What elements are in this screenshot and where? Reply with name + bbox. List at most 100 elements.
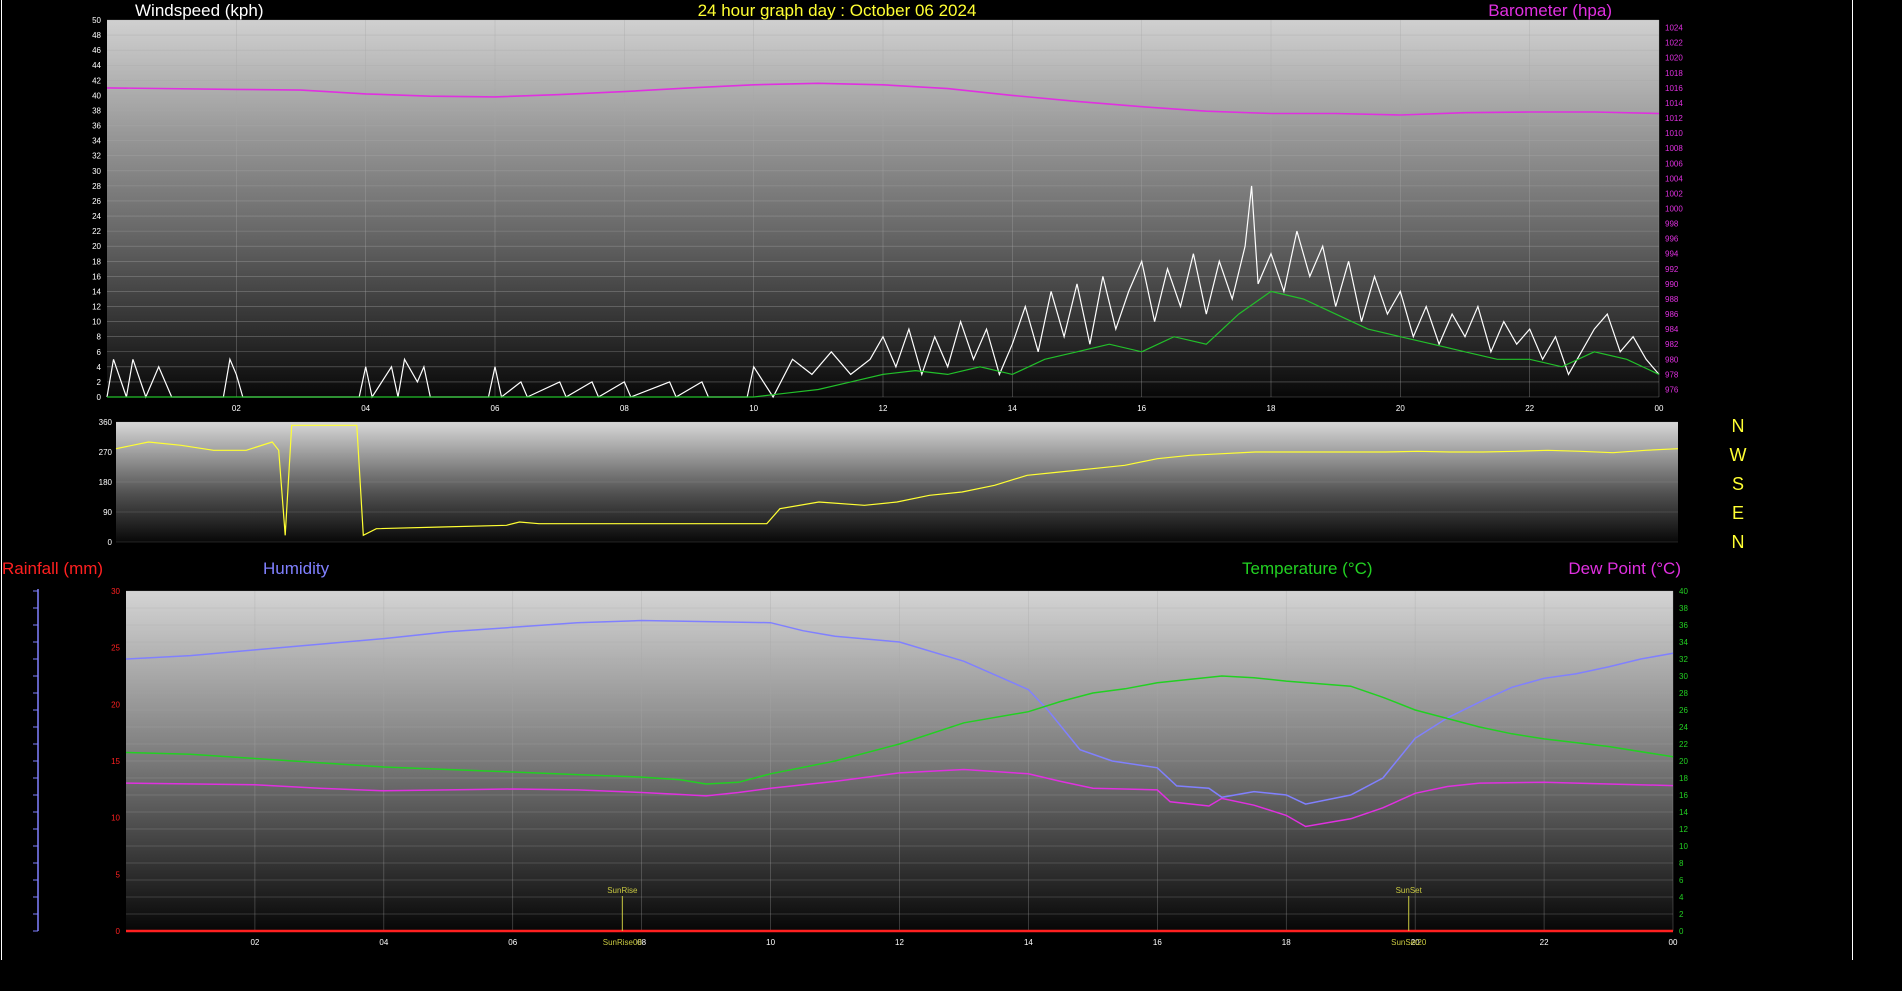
barometer-axis-label: Barometer (hpa) <box>1488 1 1612 20</box>
temperature-tick-label: 4 <box>1679 893 1684 902</box>
barometer-tick-label: 992 <box>1665 265 1679 274</box>
direction-tick-label: 270 <box>99 448 113 457</box>
wind-x-tick-label: 14 <box>1008 404 1017 413</box>
temp-x-tick-label: 12 <box>895 938 904 947</box>
barometer-tick-label: 978 <box>1665 370 1679 379</box>
temperature-tick-label: 10 <box>1679 842 1688 851</box>
wind-left-tick-label: 36 <box>92 122 101 131</box>
barometer-tick-label: 1018 <box>1665 69 1683 78</box>
wind-x-tick-label: 04 <box>361 404 370 413</box>
temperature-tick-label: 22 <box>1679 740 1688 749</box>
wind-left-tick-label: 26 <box>92 197 101 206</box>
barometer-tick-label: 1008 <box>1665 144 1683 153</box>
direction-tick-label: 180 <box>99 478 113 487</box>
rain-tick-label: 5 <box>116 870 121 879</box>
wind-x-tick-label: 10 <box>749 404 758 413</box>
temperature-tick-label: 14 <box>1679 808 1688 817</box>
wind-left-tick-label: 44 <box>92 61 101 70</box>
rain-tick-label: 15 <box>111 757 120 766</box>
wind-left-tick-label: 46 <box>92 46 101 55</box>
sunrise-time-label: SunRise08 <box>603 938 643 947</box>
temperature-tick-label: 26 <box>1679 706 1688 715</box>
wind-left-tick-label: 8 <box>97 333 102 342</box>
wind-left-tick-label: 10 <box>92 318 101 327</box>
sunset-label: SunSet <box>1396 886 1423 895</box>
wind-left-tick-label: 42 <box>92 76 101 85</box>
wind-left-tick-label: 32 <box>92 152 101 161</box>
barometer-tick-label: 1020 <box>1665 54 1683 63</box>
temperature-label: Temperature (°C) <box>1242 559 1373 578</box>
wind-x-tick-label: 06 <box>491 404 500 413</box>
wind-x-tick-label: 08 <box>620 404 629 413</box>
dewpoint-label: Dew Point (°C) <box>1568 559 1681 578</box>
temperature-tick-label: 2 <box>1679 910 1684 919</box>
temperature-tick-label: 16 <box>1679 791 1688 800</box>
weather-graph-canvas: 0246810121416182022242628303234363840424… <box>1 0 1853 960</box>
barometer-tick-label: 1006 <box>1665 159 1683 168</box>
temp-humidity-chart: Rainfall (mm) Humidity Temperature (°C) … <box>2 559 1688 947</box>
wind-chart: 0246810121416182022242628303234363840424… <box>92 1 1683 413</box>
wind-left-tick-label: 18 <box>92 257 101 266</box>
temperature-tick-label: 18 <box>1679 774 1688 783</box>
temp-x-tick-label: 00 <box>1669 938 1678 947</box>
temp-x-tick-label: 10 <box>766 938 775 947</box>
barometer-tick-label: 1024 <box>1665 24 1683 33</box>
compass-letter: S <box>1732 474 1744 494</box>
temperature-tick-label: 32 <box>1679 655 1688 664</box>
compass-letters: NWSEN <box>1730 416 1747 552</box>
barometer-tick-label: 984 <box>1665 325 1679 334</box>
rain-tick-label: 20 <box>111 700 120 709</box>
sunrise-label: SunRise <box>607 886 638 895</box>
barometer-tick-label: 980 <box>1665 355 1679 364</box>
wind-x-tick-label: 18 <box>1267 404 1276 413</box>
temperature-tick-label: 28 <box>1679 689 1688 698</box>
barometer-tick-label: 1012 <box>1665 114 1683 123</box>
rain-tick-label: 0 <box>116 927 121 936</box>
wind-left-tick-label: 22 <box>92 227 101 236</box>
barometer-tick-label: 1010 <box>1665 129 1683 138</box>
humidity-label: Humidity <box>263 559 330 578</box>
direction-tick-label: 90 <box>103 508 112 517</box>
wind-left-tick-label: 38 <box>92 106 101 115</box>
wind-left-tick-label: 30 <box>92 167 101 176</box>
wind-x-tick-label: 12 <box>879 404 888 413</box>
temperature-tick-label: 38 <box>1679 604 1688 613</box>
temperature-tick-label: 24 <box>1679 723 1688 732</box>
wind-left-tick-label: 28 <box>92 182 101 191</box>
temp-x-tick-label: 02 <box>250 938 259 947</box>
direction-y-axis: 0 90 180 270 360 <box>99 418 113 547</box>
rain-tick-label: 30 <box>111 587 120 596</box>
compass-letter: E <box>1732 503 1744 523</box>
temperature-tick-label: 0 <box>1679 927 1684 936</box>
chart-title: 24 hour graph day : October 06 2024 <box>698 1 977 20</box>
rain-tick-label: 10 <box>111 814 120 823</box>
temperature-right-axis: 0246810121416182022242628303234363840 <box>1679 587 1688 936</box>
wind-x-axis: 02 04 06 08 10 12 14 16 18 20 22 00 <box>232 404 1664 413</box>
sunset-time-label: SunSet20 <box>1391 938 1427 947</box>
wind-x-tick-label: 02 <box>232 404 241 413</box>
wind-x-tick-label: 22 <box>1525 404 1534 413</box>
wind-left-axis: 0246810121416182022242628303234363840424… <box>92 16 101 402</box>
temperature-tick-label: 6 <box>1679 876 1684 885</box>
temperature-tick-label: 40 <box>1679 587 1688 596</box>
rainfall-axis-label: Rainfall (mm) <box>2 559 103 578</box>
wind-left-tick-label: 16 <box>92 272 101 281</box>
wind-left-tick-label: 2 <box>97 378 102 387</box>
rain-tick-label: 25 <box>111 644 120 653</box>
barometer-right-axis: 976 978 980 982 984 986 988 990 992 994 996 998 1000… <box>1665 24 1683 395</box>
temperature-tick-label: 36 <box>1679 621 1688 630</box>
wind-left-tick-label: 20 <box>92 242 101 251</box>
barometer-tick-label: 1016 <box>1665 84 1683 93</box>
direction-tick-label: 0 <box>108 538 113 547</box>
barometer-tick-label: 1000 <box>1665 205 1683 214</box>
barometer-tick-label: 994 <box>1665 250 1679 259</box>
barometer-tick-label: 1022 <box>1665 39 1683 48</box>
wind-left-tick-label: 4 <box>97 363 102 372</box>
wind-left-tick-label: 48 <box>92 31 101 40</box>
direction-tick-label: 360 <box>99 418 113 427</box>
rain-side-axis <box>33 589 39 932</box>
barometer-tick-label: 996 <box>1665 235 1679 244</box>
compass-letter: N <box>1732 532 1745 552</box>
barometer-tick-label: 976 <box>1665 385 1679 394</box>
temp-x-tick-label: 22 <box>1540 938 1549 947</box>
